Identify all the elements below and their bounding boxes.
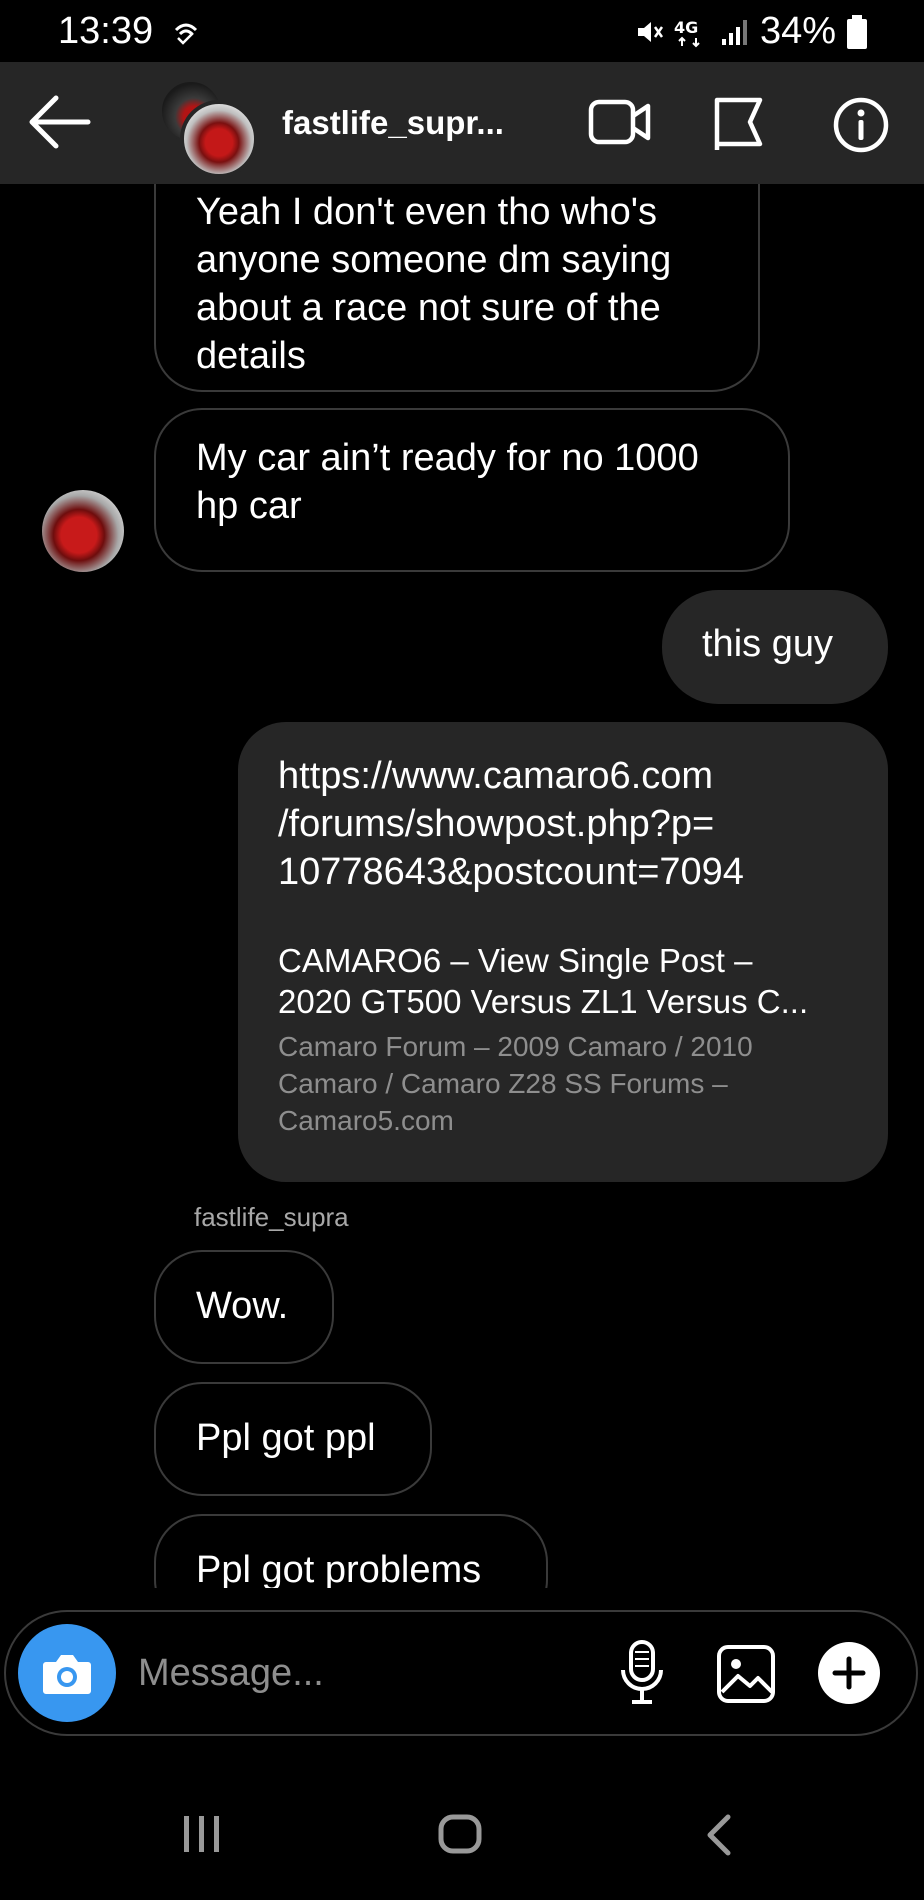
plus-button[interactable] xyxy=(818,1642,880,1704)
message-text: Ppl got ppl xyxy=(196,1417,376,1459)
svg-text:4G: 4G xyxy=(674,18,698,37)
link-preview-bubble[interactable]: https://www.camaro6.com /forums/showpost… xyxy=(238,722,888,1182)
incoming-message-bubble[interactable]: Ppl got problems xyxy=(154,1514,548,1588)
home-icon[interactable] xyxy=(438,1814,482,1854)
message-line: hp car xyxy=(196,485,302,527)
desc-line: Camaro / Camaro Z28 SS Forums – xyxy=(278,1068,728,1099)
mute-icon xyxy=(637,21,663,42)
desc-line: Camaro Forum – 2009 Camaro / 2010 xyxy=(278,1031,753,1062)
signal-icon xyxy=(721,19,747,45)
sender-avatar[interactable] xyxy=(42,490,124,572)
battery-icon xyxy=(847,14,867,49)
recents-icon[interactable] xyxy=(182,1814,222,1854)
wifi-calling-icon xyxy=(174,23,198,45)
microphone-icon[interactable] xyxy=(618,1640,666,1706)
link-title: CAMARO6 – View Single Post – 2020 GT500 … xyxy=(278,940,858,1022)
sender-name-label: fastlife_supra xyxy=(194,1202,349,1232)
link-description: Camaro Forum – 2009 Camaro / 2010 Camaro… xyxy=(278,1028,858,1139)
plus-icon xyxy=(832,1656,866,1690)
status-right: 4G 34% xyxy=(634,10,868,53)
message-text: this guy xyxy=(702,623,833,665)
url-line: https://www.camaro6.com xyxy=(278,755,714,797)
chat-header: fastlife_supr... xyxy=(0,62,924,184)
chat-username[interactable]: fastlife_supr... xyxy=(282,104,504,142)
message-thread[interactable]: Yeah I don't even tho who's anyone someo… xyxy=(0,184,924,1588)
message-line: anyone someone dm saying xyxy=(196,239,672,281)
system-nav-bar xyxy=(0,1760,924,1900)
outgoing-message-bubble[interactable]: this guy xyxy=(662,590,888,704)
camera-icon xyxy=(43,1655,91,1694)
message-text: Ppl got problems xyxy=(196,1549,482,1588)
avatar-front xyxy=(180,100,258,178)
incoming-message-bubble[interactable]: My car ain’t ready for no 1000 hp car xyxy=(154,408,790,572)
incoming-message-bubble[interactable]: Yeah I don't even tho who's anyone someo… xyxy=(154,184,760,392)
url-line: 10778643&postcount=7094 xyxy=(278,851,744,893)
info-icon[interactable] xyxy=(832,96,890,154)
incoming-message-bubble[interactable]: Ppl got ppl xyxy=(154,1382,432,1496)
status-time: 13:39 xyxy=(58,10,154,52)
title-line: CAMARO6 – View Single Post – xyxy=(278,942,753,979)
message-line: Yeah I don't even tho who's xyxy=(196,191,658,233)
message-line: My car ain’t ready for no 1000 xyxy=(196,437,699,479)
message-line: about a race not sure of the xyxy=(196,287,661,329)
status-bar: 13:39 4G 34% xyxy=(0,0,924,62)
desc-line: Camaro5.com xyxy=(278,1105,454,1136)
incoming-message-bubble[interactable]: Wow. xyxy=(154,1250,334,1364)
camera-button[interactable] xyxy=(18,1624,116,1722)
back-arrow-icon[interactable] xyxy=(26,92,92,152)
title-line: 2020 GT500 Versus ZL1 Versus C... xyxy=(278,983,809,1020)
message-composer xyxy=(4,1610,918,1736)
flag-icon[interactable] xyxy=(712,96,766,152)
group-avatar[interactable] xyxy=(160,80,258,178)
message-line: details xyxy=(196,335,306,377)
message-text: Wow. xyxy=(196,1285,289,1327)
link-url[interactable]: https://www.camaro6.com /forums/showpost… xyxy=(278,752,858,896)
video-call-icon[interactable] xyxy=(588,96,652,148)
battery-percentage: 34% xyxy=(759,10,836,52)
url-line: /forums/showpost.php?p= xyxy=(278,803,715,845)
4g-icon: 4G xyxy=(674,18,700,47)
gallery-icon[interactable] xyxy=(716,1644,776,1704)
nav-back-icon[interactable] xyxy=(704,1814,732,1856)
message-input[interactable] xyxy=(136,1642,580,1704)
